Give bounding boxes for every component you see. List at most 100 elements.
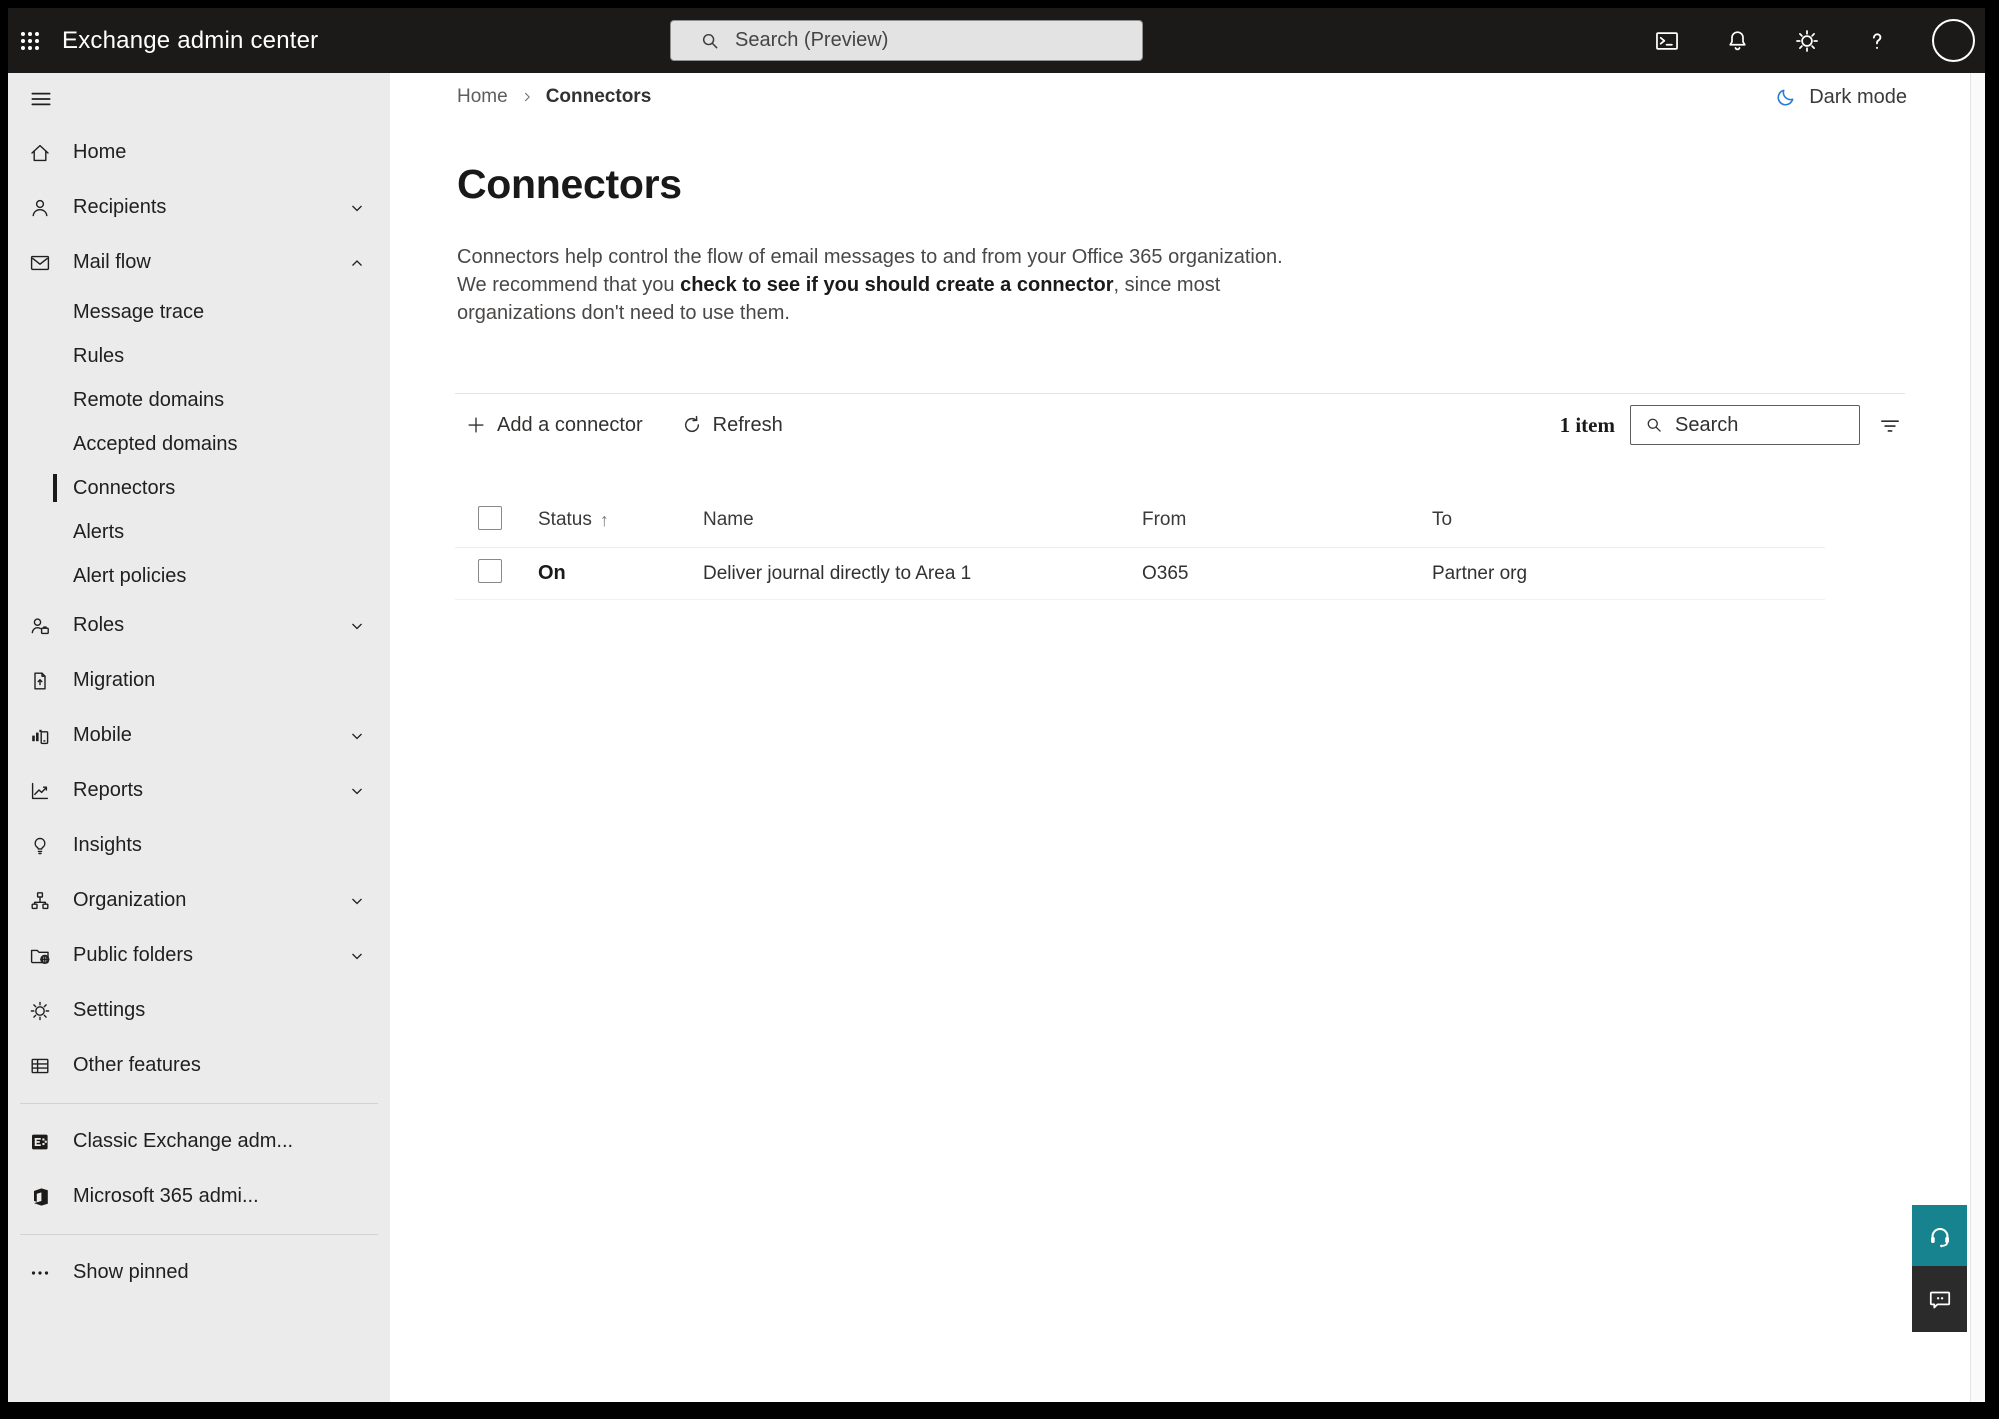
column-header-status[interactable]: Status	[538, 509, 592, 531]
connector-status: On	[538, 562, 566, 584]
connector-from: O365	[1142, 562, 1189, 584]
sidebar-item-recipients[interactable]: Recipients	[8, 180, 390, 235]
sidebar-item-rules[interactable]: Rules	[8, 334, 390, 378]
hamburger-icon	[28, 86, 54, 112]
toolbar-divider	[455, 393, 1905, 394]
sidebar-item-alerts[interactable]: Alerts	[8, 510, 390, 554]
sidebar-item-mail-flow[interactable]: Mail flow	[8, 235, 390, 290]
breadcrumb-home-link[interactable]: Home	[457, 86, 508, 108]
gear-icon	[28, 999, 52, 1023]
refresh-button[interactable]: Refresh	[681, 414, 783, 437]
sidebar-item-label: Accepted domains	[73, 432, 238, 455]
settings-button[interactable]	[1792, 26, 1822, 56]
sidebar-item-migration[interactable]: Migration	[8, 653, 390, 708]
sidebar-divider	[20, 1103, 378, 1104]
mail-icon	[28, 251, 52, 275]
table-row[interactable]: On Deliver journal directly to Area 1 O3…	[455, 548, 1825, 600]
row-checkbox[interactable]	[478, 559, 502, 583]
page-title: Connectors	[457, 161, 682, 207]
topbar-actions	[1652, 8, 1975, 73]
list-toolbar: Add a connector Refresh 1 item Search	[455, 404, 1905, 446]
headset-icon	[1926, 1222, 1954, 1250]
support-help-button[interactable]	[1912, 1205, 1967, 1266]
sidebar-item-insights[interactable]: Insights	[8, 818, 390, 873]
hamburger-menu-button[interactable]	[8, 73, 390, 125]
search-icon	[1644, 415, 1664, 435]
chevron-down-icon	[349, 200, 365, 216]
sidebar-item-label: Alerts	[73, 520, 125, 543]
sidebar-item-label: Mobile	[73, 724, 132, 746]
sidebar-item-roles[interactable]: Roles	[8, 598, 390, 653]
global-search-input[interactable]: Search (Preview)	[670, 20, 1143, 61]
sidebar-item-label: Other features	[73, 1054, 201, 1076]
sidebar-link-classic-exchange[interactable]: Classic Exchange adm...	[8, 1114, 390, 1169]
sidebar-item-label: Recipients	[73, 196, 167, 218]
sort-ascending-icon: ↑	[599, 509, 609, 530]
sidebar-item-other-features[interactable]: Other features	[8, 1038, 390, 1093]
chat-bubble-icon	[1926, 1285, 1954, 1313]
sidebar-item-label: Show pinned	[73, 1261, 189, 1283]
connector-name: Deliver journal directly to Area 1	[703, 562, 972, 584]
connectors-table: Status ↑ Name From To On Deliver journal…	[455, 493, 1825, 600]
sidebar-link-microsoft-365[interactable]: Microsoft 365 admi...	[8, 1169, 390, 1224]
select-all-checkbox[interactable]	[478, 505, 502, 530]
chevron-down-icon	[349, 783, 365, 799]
notifications-button[interactable]	[1722, 26, 1752, 56]
sidebar-item-public-folders[interactable]: Public folders	[8, 928, 390, 983]
sidebar-item-home[interactable]: Home	[8, 125, 390, 180]
sidebar-item-organization[interactable]: Organization	[8, 873, 390, 928]
terminal-icon	[1653, 27, 1681, 55]
person-icon	[28, 196, 52, 220]
add-connector-label: Add a connector	[497, 413, 643, 436]
sidebar-divider	[20, 1234, 378, 1235]
exchange-admin-window: Exchange admin center Search (Preview) H…	[8, 8, 1985, 1402]
org-chart-icon	[28, 889, 52, 913]
line-chart-icon	[28, 779, 52, 803]
gear-icon	[1793, 27, 1821, 55]
scrollbar-track[interactable]	[1970, 73, 1985, 1402]
sidebar-item-settings[interactable]: Settings	[8, 983, 390, 1038]
sidebar-item-remote-domains[interactable]: Remote domains	[8, 378, 390, 422]
sidebar-item-reports[interactable]: Reports	[8, 763, 390, 818]
add-connector-button[interactable]: Add a connector	[465, 414, 643, 437]
column-header-from[interactable]: From	[1142, 509, 1432, 531]
bell-icon	[1724, 27, 1751, 54]
sidebar-item-mobile[interactable]: Mobile	[8, 708, 390, 763]
help-button-topbar[interactable]	[1862, 26, 1892, 56]
sidebar-show-pinned[interactable]: Show pinned	[8, 1245, 390, 1300]
sidebar-item-connectors[interactable]: Connectors	[8, 466, 390, 510]
sidebar-item-accepted-domains[interactable]: Accepted domains	[8, 422, 390, 466]
sidebar-item-alert-policies[interactable]: Alert policies	[8, 554, 390, 598]
moon-icon	[1774, 85, 1798, 109]
dark-mode-toggle[interactable]: Dark mode	[1774, 85, 1907, 109]
waffle-icon	[18, 29, 42, 53]
column-header-to[interactable]: To	[1432, 509, 1825, 531]
chevron-down-icon	[349, 948, 365, 964]
filter-button[interactable]	[1875, 410, 1905, 440]
account-avatar[interactable]	[1932, 19, 1975, 62]
sidebar-item-label: Reports	[73, 779, 144, 801]
main-content: Home Connectors Dark mode Connectors Con…	[390, 73, 1985, 1402]
sidebar-item-label: Alert policies	[73, 564, 187, 587]
refresh-icon	[681, 414, 703, 436]
feedback-button[interactable]	[1912, 1266, 1967, 1332]
sidebar-item-message-trace[interactable]: Message trace	[8, 290, 390, 334]
document-arrow-icon	[28, 669, 52, 693]
chevron-down-icon	[349, 728, 365, 744]
mobile-chart-icon	[28, 724, 52, 748]
chevron-right-icon	[520, 90, 534, 104]
sidebar-item-label: Rules	[73, 344, 125, 367]
app-launcher-button[interactable]	[8, 8, 52, 73]
description-link[interactable]: check to see if you should create a conn…	[680, 274, 1113, 296]
plus-icon	[465, 414, 487, 436]
sidebar-item-label: Message trace	[73, 300, 205, 323]
item-count: 1 item	[1559, 412, 1615, 437]
powershell-terminal-button[interactable]	[1652, 26, 1682, 56]
list-search-input[interactable]: Search	[1630, 405, 1860, 445]
column-header-name[interactable]: Name	[703, 509, 1142, 531]
home-icon	[28, 141, 52, 165]
sidebar-item-label: Classic Exchange adm...	[73, 1130, 294, 1152]
breadcrumb: Home Connectors	[457, 86, 651, 108]
sidebar-item-label: Connectors	[73, 476, 176, 499]
filter-icon	[1877, 412, 1903, 438]
